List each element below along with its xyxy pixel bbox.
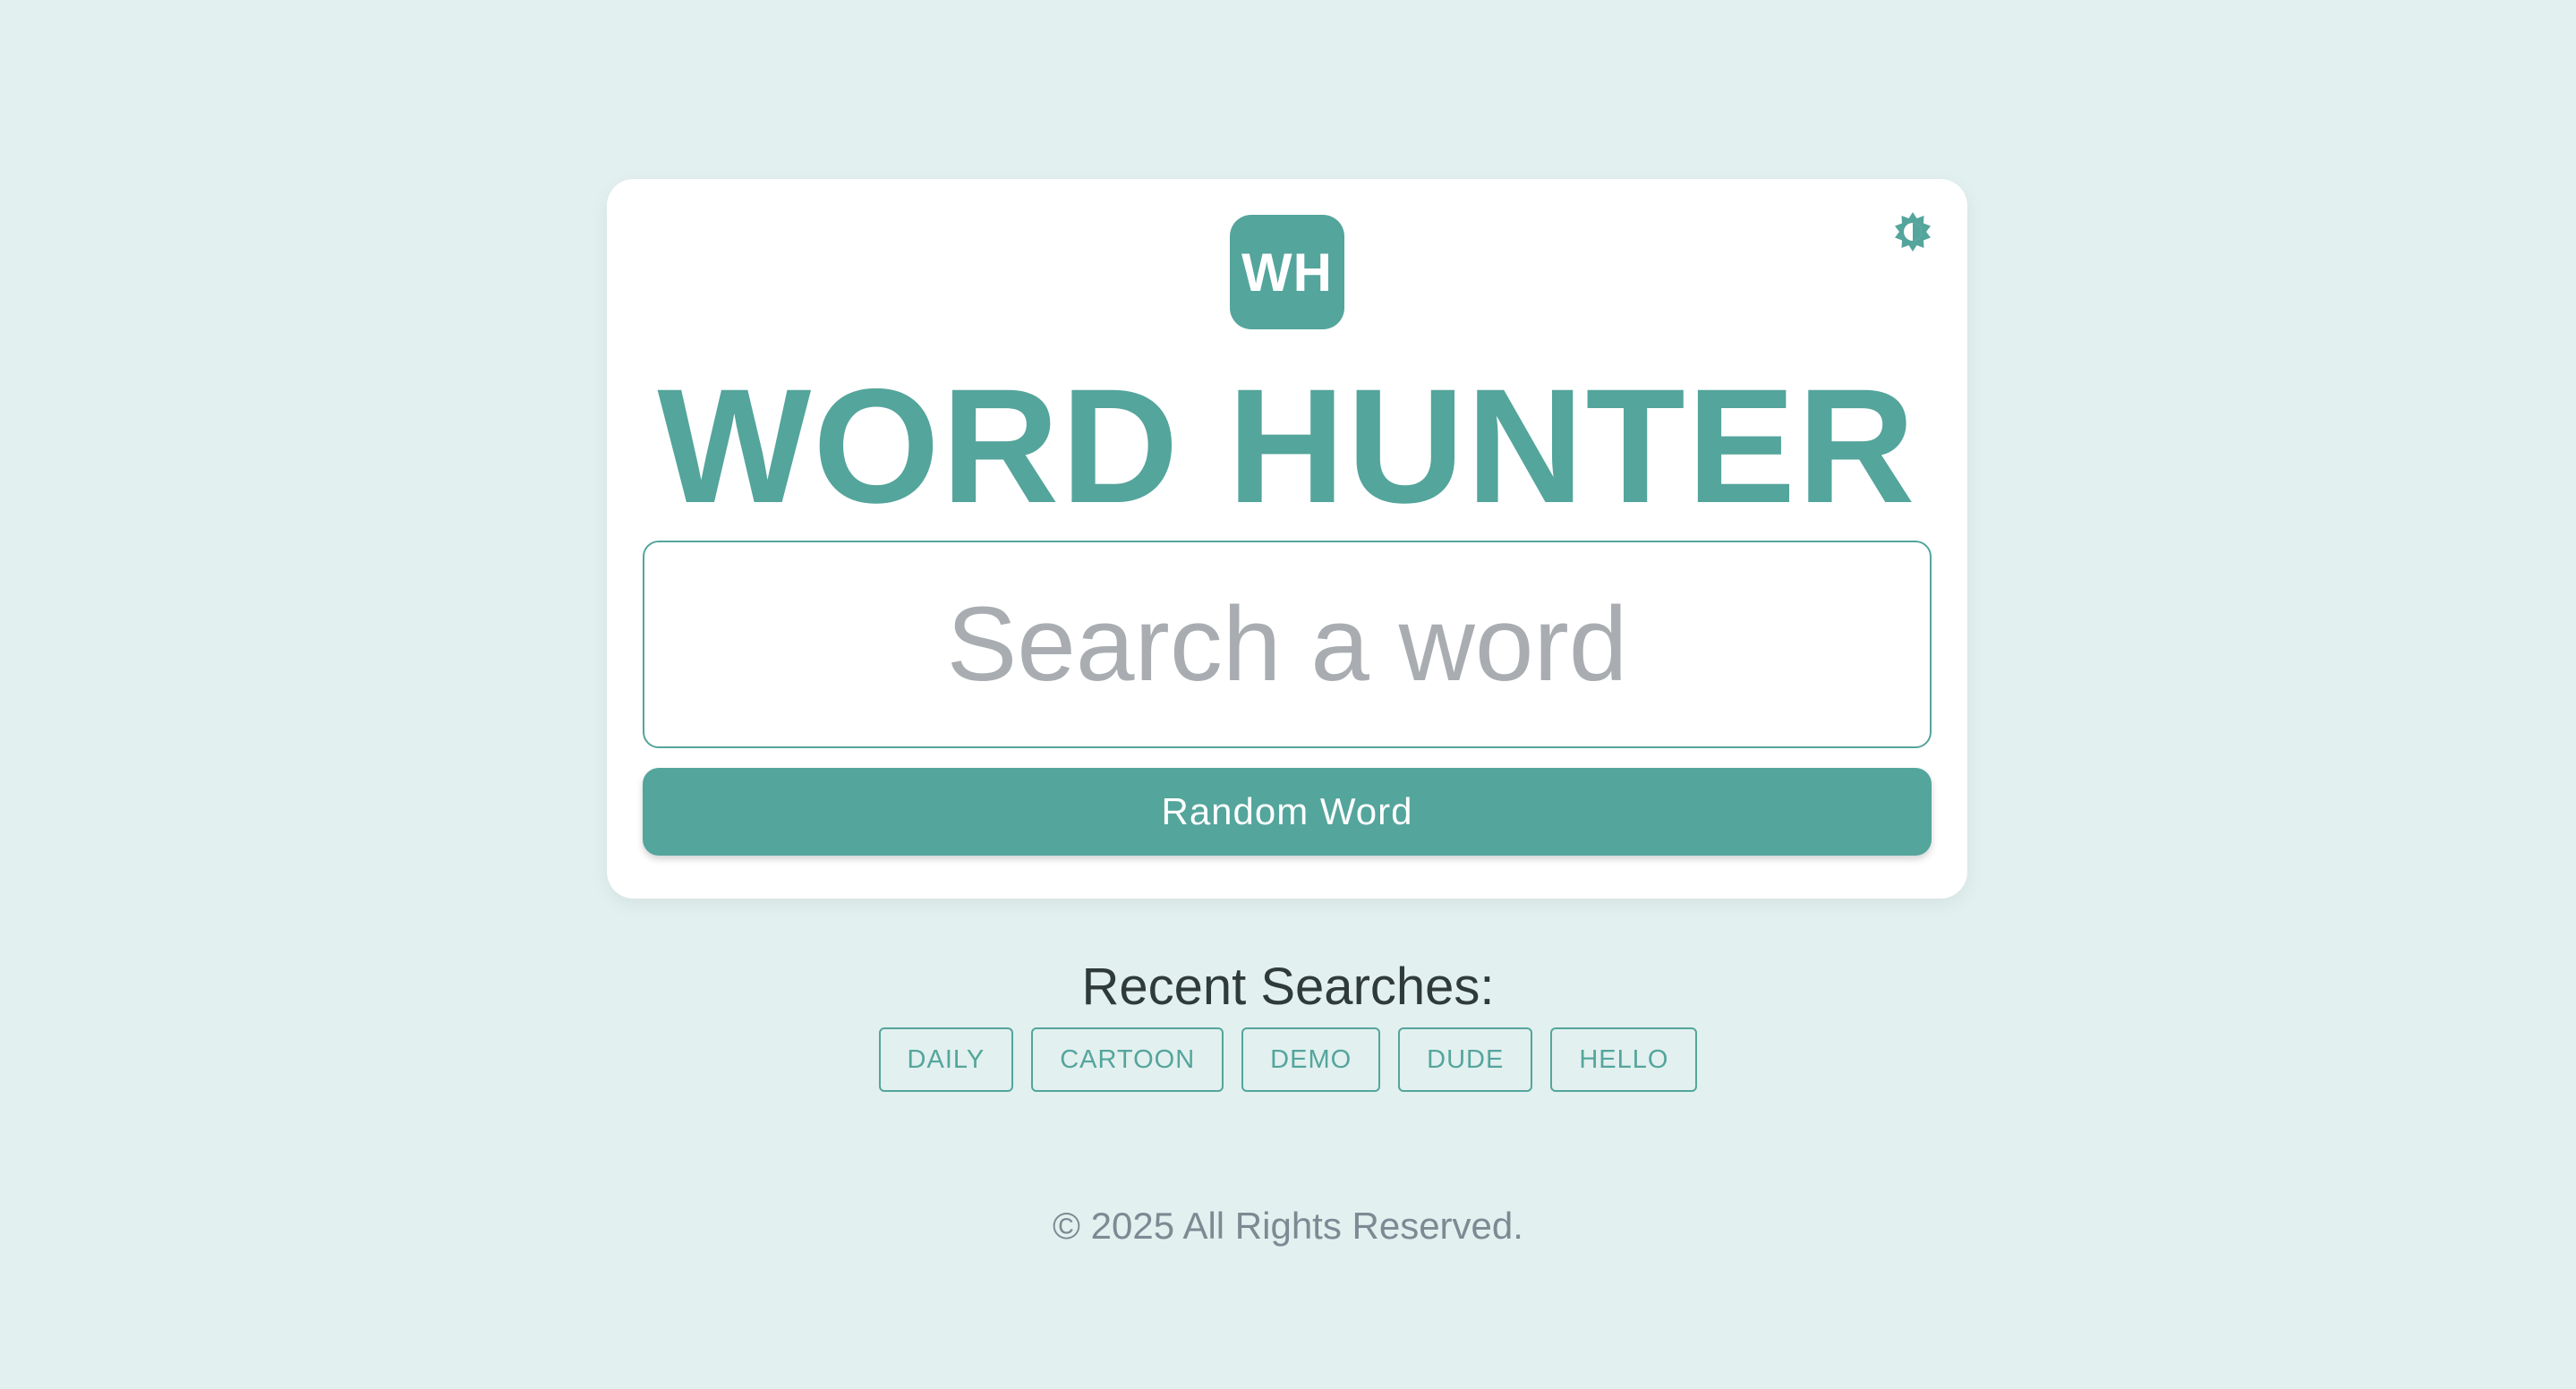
recent-search-chip-dude[interactable]: DUDE bbox=[1398, 1027, 1533, 1092]
recent-searches-list: DAILY CARTOON DEMO DUDE HELLO bbox=[0, 1027, 2576, 1092]
recent-search-chip-demo[interactable]: DEMO bbox=[1241, 1027, 1381, 1092]
brightness-icon bbox=[1895, 212, 1931, 251]
recent-search-chip-daily[interactable]: DAILY bbox=[878, 1027, 1014, 1092]
app-logo: WH bbox=[1230, 215, 1344, 329]
page-title: WORD HUNTER bbox=[657, 354, 1917, 537]
main-card: WH WORD HUNTER Random Word bbox=[607, 179, 1967, 899]
recent-search-chip-hello[interactable]: HELLO bbox=[1550, 1027, 1698, 1092]
footer-copyright: © 2025 All Rights Reserved. bbox=[1053, 1205, 1523, 1247]
random-word-button[interactable]: Random Word bbox=[643, 768, 1932, 856]
recent-searches-title: Recent Searches: bbox=[1081, 958, 1495, 1016]
theme-toggle-button[interactable] bbox=[1890, 209, 1935, 254]
search-input[interactable] bbox=[643, 541, 1932, 748]
recent-search-chip-cartoon[interactable]: CARTOON bbox=[1031, 1027, 1224, 1092]
